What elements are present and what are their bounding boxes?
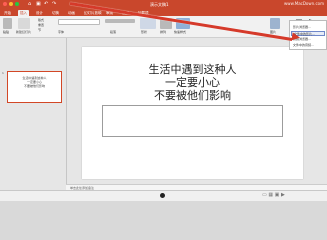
new-slide-label: 新建幻灯片	[16, 30, 32, 34]
font-group-label: 字体	[58, 30, 65, 34]
slide-line-2[interactable]: 一定要小心	[82, 76, 303, 89]
menu-item-movie-browser[interactable]: 影片浏览器...	[293, 25, 311, 30]
home-icon[interactable]: ⌂	[28, 1, 31, 7]
layout-label[interactable]: 版式	[38, 18, 44, 22]
quick-styles-label: 快速样式	[174, 30, 187, 34]
arrange-label: 排列	[160, 30, 167, 34]
picture-label: 图片	[270, 30, 277, 34]
reset-label[interactable]: 重置	[38, 23, 44, 27]
paragraph-group-label: 段落	[110, 30, 117, 34]
title-bar: ⌂ ▣ ↶ ↷ 演示文稿1 www.MacDown.com	[0, 0, 327, 9]
watermark-text: www.MacDown.com	[284, 1, 324, 6]
thumbnail-line-3: 不要被他们影响	[23, 84, 45, 88]
paragraph-tools[interactable]	[105, 19, 135, 23]
redo-icon[interactable]: ↷	[52, 1, 56, 7]
view-buttons-icon[interactable]: ▭ ▦ ▣ ▶	[262, 192, 285, 198]
menu-item-audio-from-file[interactable]: 文件中的音频...	[293, 43, 314, 48]
picture-icon[interactable]	[270, 18, 280, 29]
new-slide-icon[interactable]	[18, 18, 30, 29]
content-placeholder[interactable]	[102, 105, 283, 137]
slide-number: 1	[2, 71, 4, 75]
close-window-button[interactable]	[3, 2, 7, 6]
slide-line-3[interactable]: 不要被他们影响	[82, 89, 303, 102]
undo-icon[interactable]: ↶	[44, 1, 48, 7]
paste-label: 粘贴	[3, 30, 10, 34]
shapes-label: 形状	[141, 30, 148, 34]
slide-thumbnail[interactable]: 生活中遇到这种人 一定要小心 不要被他们影响	[7, 71, 62, 103]
status-bar: ▭ ▦ ▣ ▶	[0, 190, 327, 201]
slide-nav-dot[interactable]	[160, 193, 165, 198]
window-title: 演示文稿1	[150, 2, 169, 7]
slide-thumbnail-pane: 1 生活中遇到这种人 一定要小心 不要被他们影响	[0, 38, 67, 190]
minimize-window-button[interactable]	[9, 2, 13, 6]
font-select[interactable]	[58, 19, 100, 25]
zoom-window-button[interactable]	[15, 2, 19, 6]
section-label[interactable]: 节	[38, 28, 41, 32]
paste-icon[interactable]	[3, 18, 12, 29]
slide-line-1[interactable]: 生活中遇到这种人	[82, 63, 303, 76]
slide-canvas[interactable]: 生活中遇到这种人 一定要小心 不要被他们影响	[82, 47, 303, 179]
save-icon[interactable]: ▣	[36, 1, 41, 7]
ribbon-tabs: 开始 插入 设计 切换 动画 幻灯片放映 审阅 视图 加载项	[0, 9, 327, 16]
annotation-arrowhead	[291, 32, 301, 42]
shapes-icon[interactable]	[140, 18, 156, 29]
